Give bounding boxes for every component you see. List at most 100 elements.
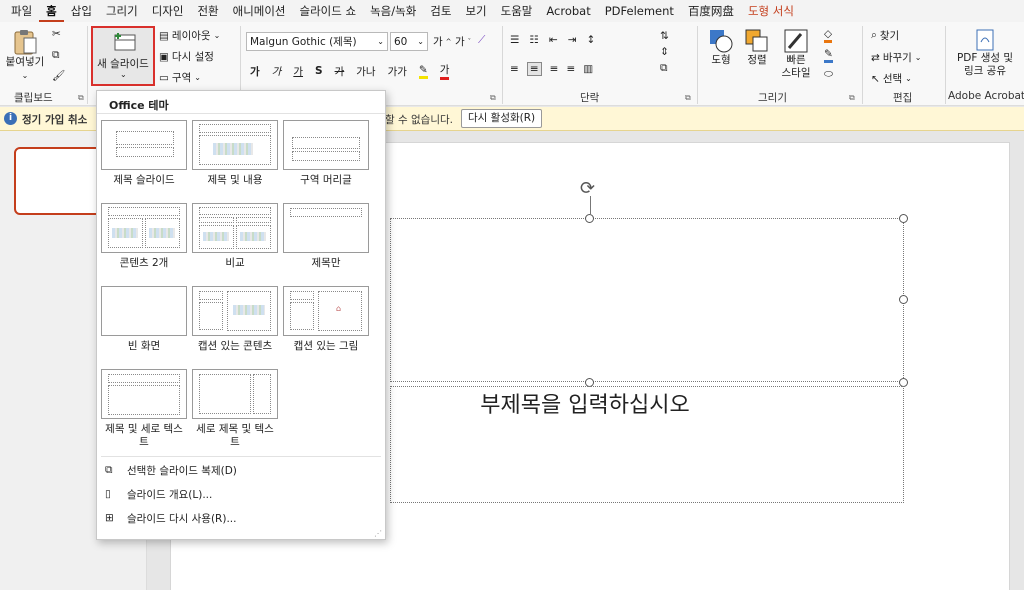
- increase-indent-icon[interactable]: ⇥: [568, 34, 577, 46]
- tab-slideshow[interactable]: 슬라이드 쇼: [293, 0, 364, 22]
- slide-outline-item[interactable]: ▯ 슬라이드 개요(L)...: [105, 487, 212, 502]
- dialog-launcher-icon[interactable]: ⧉: [849, 93, 855, 103]
- tab-help[interactable]: 도움말: [494, 0, 540, 22]
- layout-picture-caption[interactable]: ⌂ 캡션 있는 그림: [283, 286, 369, 353]
- tab-animations[interactable]: 애니메이션: [226, 0, 293, 22]
- menu-item-label: 선택한 슬라이드 복제(D): [127, 465, 237, 477]
- strikethrough-button[interactable]: 가: [335, 64, 345, 79]
- cursor-icon: ↖: [871, 72, 880, 85]
- info-message-start: 정기 가입 취소: [22, 114, 88, 126]
- decrease-font-icon[interactable]: 가ˇ: [455, 34, 471, 49]
- shape-button[interactable]: 도형: [704, 28, 738, 67]
- arrange-button[interactable]: 정렬: [742, 28, 772, 67]
- increase-font-icon[interactable]: 가 ^: [433, 34, 452, 49]
- tab-acrobat[interactable]: Acrobat: [539, 0, 597, 22]
- dialog-launcher-icon[interactable]: ⧉: [490, 93, 496, 103]
- tab-view[interactable]: 보기: [458, 0, 493, 22]
- tab-design[interactable]: 디자인: [145, 0, 191, 22]
- resize-handle[interactable]: [899, 295, 908, 304]
- line-spacing-icon[interactable]: ↕: [586, 34, 595, 46]
- layout-blank[interactable]: 빈 화면: [101, 286, 187, 353]
- tab-home[interactable]: 홈: [39, 0, 64, 22]
- tab-shape-format[interactable]: 도형 서식: [741, 0, 801, 22]
- highlight-icon[interactable]: ✎: [418, 64, 428, 79]
- layout-content-caption[interactable]: 캡션 있는 콘텐츠: [192, 286, 278, 353]
- tab-review[interactable]: 검토: [423, 0, 458, 22]
- layout-name: 빈 화면: [127, 340, 161, 352]
- layout-comparison[interactable]: 비교: [192, 203, 278, 270]
- align-right-icon[interactable]: ≡: [550, 63, 559, 75]
- title-placeholder[interactable]: [390, 218, 904, 382]
- paste-button[interactable]: 붙여넣기 ⌄: [4, 28, 46, 82]
- font-color-button[interactable]: 가: [439, 62, 450, 80]
- subtitle-text[interactable]: 부제목을 입력하십시오: [410, 387, 760, 419]
- layout-two-content[interactable]: 콘텐츠 2개: [101, 203, 187, 270]
- rotate-handle-icon[interactable]: ⟳: [580, 178, 595, 199]
- resize-handle[interactable]: [585, 214, 594, 223]
- align-center-icon[interactable]: ≡: [526, 62, 542, 76]
- bold-button[interactable]: 가: [250, 64, 260, 79]
- reset-button[interactable]: ▣ 다시 설정: [159, 49, 214, 64]
- justify-icon[interactable]: ≡: [566, 63, 575, 75]
- layout-title-content[interactable]: 제목 및 내용: [192, 120, 278, 187]
- tab-file[interactable]: 파일: [4, 0, 39, 22]
- change-case-button[interactable]: 가가: [388, 64, 407, 79]
- layout-title-vertical-text[interactable]: 제목 및 세로 텍스트: [101, 369, 187, 449]
- tab-draw[interactable]: 그리기: [99, 0, 145, 22]
- arrange-label: 정렬: [747, 54, 767, 66]
- create-pdf-button[interactable]: PDF 생성 및 링크 공유: [950, 28, 1020, 78]
- align-text-icon[interactable]: ⇕: [660, 46, 669, 58]
- layout-button[interactable]: ▤ 레이아웃 ⌄: [159, 28, 220, 43]
- tab-insert[interactable]: 삽입: [64, 0, 99, 22]
- new-slide-icon: [114, 33, 136, 51]
- tab-baidu[interactable]: 百度网盘: [681, 0, 741, 22]
- decrease-indent-icon[interactable]: ⇤: [549, 34, 558, 46]
- tab-record[interactable]: 녹음/녹화: [363, 0, 423, 22]
- dialog-launcher-icon[interactable]: ⧉: [685, 93, 691, 103]
- format-painter-icon[interactable]: 🖌: [52, 69, 65, 82]
- duplicate-slide-item[interactable]: ⧉ 선택한 슬라이드 복제(D): [105, 463, 237, 478]
- find-button[interactable]: ⌕ 찾기: [871, 28, 899, 43]
- bullets-icon[interactable]: ☰: [510, 34, 519, 46]
- quick-styles-button[interactable]: 빠른 스타일: [776, 28, 816, 80]
- font-size-select[interactable]: 60 ⌄: [390, 32, 428, 51]
- clear-format-icon[interactable]: ⟋: [478, 34, 485, 47]
- reuse-slides-item[interactable]: ⊞ 슬라이드 다시 사용(R)...: [105, 511, 236, 526]
- layout-section-header[interactable]: 구역 머리글: [283, 120, 369, 187]
- tab-transitions[interactable]: 전환: [190, 0, 225, 22]
- shape-effects-icon[interactable]: ⬭: [824, 68, 833, 81]
- layout-name: 제목만: [311, 257, 341, 269]
- select-button[interactable]: ↖ 선택 ⌄: [871, 71, 912, 86]
- paragraph-row-2: ≡ ≡ ≡ ≡ ▥: [510, 62, 593, 76]
- numbering-icon[interactable]: ☷: [529, 34, 538, 46]
- font-name-select[interactable]: Malgun Gothic (제목) ⌄: [246, 32, 388, 51]
- resize-handle[interactable]: [899, 214, 908, 223]
- shadow-button[interactable]: S: [315, 65, 323, 77]
- align-left-icon[interactable]: ≡: [510, 63, 519, 75]
- shape-fill-icon[interactable]: ◇: [824, 28, 833, 43]
- layout-vertical-title-text[interactable]: 세로 제목 및 텍스트: [192, 369, 278, 449]
- section-button[interactable]: ▭ 구역 ⌄: [159, 70, 201, 85]
- text-direction-icon[interactable]: ⇅: [660, 30, 669, 42]
- layout-title-slide[interactable]: 제목 슬라이드: [101, 120, 187, 187]
- dialog-launcher-icon[interactable]: ⧉: [78, 93, 84, 103]
- shape-outline-icon[interactable]: ✎: [824, 48, 833, 63]
- reactivate-button[interactable]: 다시 활성화(R): [461, 109, 543, 128]
- replace-button[interactable]: ⇄ 바꾸기 ⌄: [871, 50, 922, 65]
- columns-icon[interactable]: ▥: [583, 63, 593, 75]
- new-slide-button[interactable]: 새 슬라이드 ⌄: [91, 26, 155, 86]
- reset-label: 다시 설정: [171, 51, 214, 63]
- tab-pdfelement[interactable]: PDFelement: [598, 0, 681, 22]
- layout-name: 콘텐츠 2개: [119, 257, 169, 269]
- resize-grip-icon[interactable]: ⋰: [374, 529, 382, 538]
- layout-title-only[interactable]: 제목만: [283, 203, 369, 270]
- char-spacing-button[interactable]: 가나: [356, 64, 375, 79]
- reset-icon: ▣: [159, 50, 169, 63]
- italic-button[interactable]: 가: [272, 64, 282, 79]
- cut-icon[interactable]: ✂: [52, 28, 61, 40]
- copy-icon[interactable]: ⧉: [52, 49, 60, 62]
- smartart-icon[interactable]: ⧉: [660, 62, 668, 75]
- layout-name: 세로 제목 및 텍스트: [196, 423, 274, 448]
- quick-style-label-1: 빠른: [786, 54, 806, 66]
- underline-button[interactable]: 가: [293, 64, 303, 79]
